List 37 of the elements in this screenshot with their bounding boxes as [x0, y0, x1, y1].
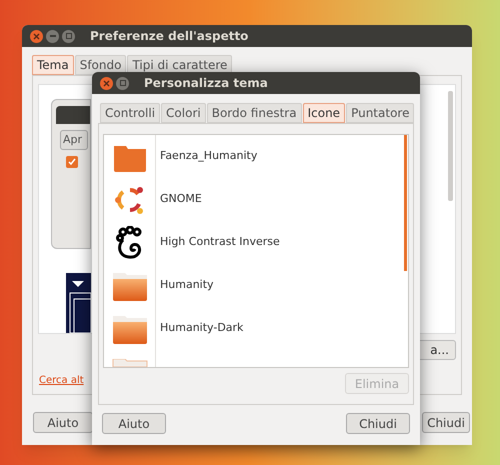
list-row[interactable]: Humanity-Dark — [104, 307, 402, 350]
tab[interactable]: Controlli — [100, 103, 160, 123]
help-button[interactable]: Aiuto — [102, 413, 166, 434]
close-icon — [103, 80, 110, 86]
tab[interactable]: Icone — [302, 103, 346, 123]
list-row[interactable]: Humanity — [104, 264, 402, 307]
preview-title-bar — [56, 106, 90, 124]
link[interactable]: Cerca alt — [39, 375, 84, 386]
tab[interactable]: Colori — [161, 103, 206, 123]
folder-icon — [112, 359, 148, 367]
theme-name: Faenza_Humanity — [160, 148, 258, 164]
close-button[interactable]: Chiudi — [422, 412, 470, 433]
close-button[interactable] — [30, 30, 43, 42]
folder-icon — [112, 314, 148, 344]
scrollbar[interactable] — [404, 135, 407, 271]
tab[interactable]: Sfondo — [74, 55, 126, 75]
tab[interactable]: Puntatore — [346, 103, 414, 123]
footprint-icon — [114, 226, 144, 260]
theme-name: Humanity-Dark — [160, 320, 244, 336]
help-button[interactable]: Aiuto — [33, 412, 93, 433]
theme-name: GNOME — [160, 191, 202, 208]
close-button[interactable]: Chiudi — [346, 413, 410, 434]
dialog-title: Personalizza tema — [144, 75, 268, 92]
theme-name: Humanity — [160, 277, 214, 294]
maximize-button[interactable] — [116, 76, 129, 90]
close-button[interactable] — [100, 76, 113, 90]
minimize-button[interactable] — [46, 30, 59, 42]
folder-icon — [112, 270, 148, 300]
tab[interactable]: Bordo finestra — [206, 103, 302, 123]
list-row[interactable]: High Contrast Inverse — [104, 221, 402, 264]
tab[interactable]: Tema — [32, 55, 74, 75]
maximize-button[interactable] — [62, 30, 75, 42]
list-row[interactable]: GNOME — [104, 178, 402, 221]
close-icon — [33, 32, 40, 40]
list-row[interactable]: Faenza_Humanity — [104, 135, 402, 178]
window-title: Preferenze dell'aspetto — [90, 28, 248, 45]
theme-name: High Contrast Inverse — [160, 234, 280, 250]
